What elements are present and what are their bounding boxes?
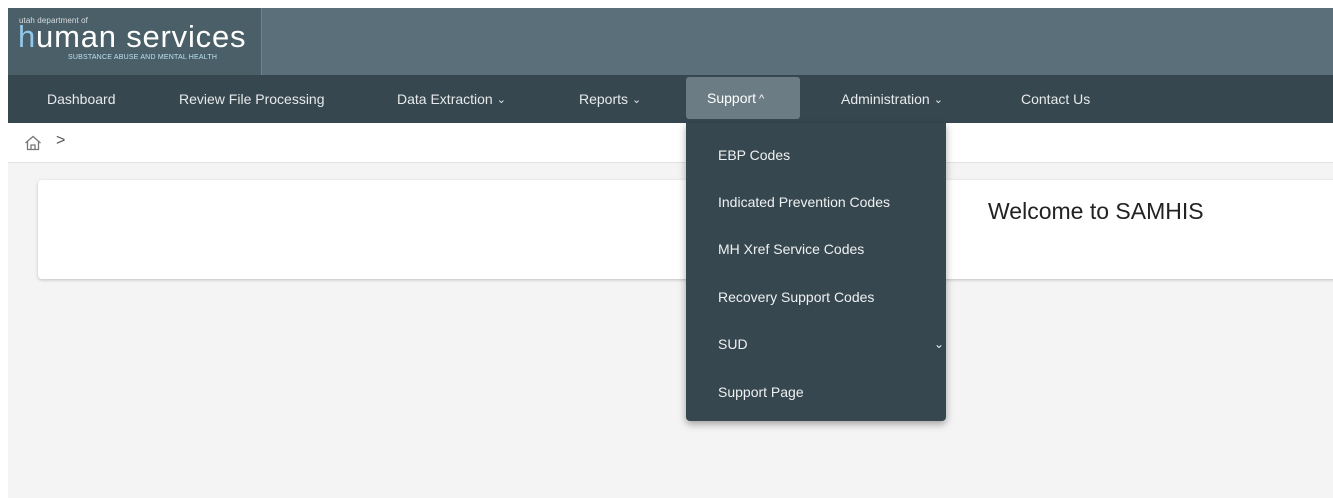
nav-review-file-processing-label: Review File Processing — [179, 91, 325, 107]
menu-item-label: EBP Codes — [718, 147, 791, 163]
menu-item-support-page[interactable]: Support Page — [718, 380, 804, 404]
chevron-down-icon: ⌄ — [632, 94, 642, 106]
nav-administration[interactable]: Administration ⌄ — [841, 75, 943, 123]
nav-data-extraction-label: Data Extraction — [397, 91, 493, 107]
nav-support[interactable]: Support ^ — [686, 77, 800, 119]
menu-item-label: Recovery Support Codes — [718, 289, 875, 305]
home-icon[interactable] — [24, 135, 42, 151]
welcome-title: Welcome to SAMHIS — [988, 198, 1204, 224]
menu-item-ebp-codes[interactable]: EBP Codes — [718, 143, 790, 167]
chevron-up-icon: ^ — [759, 93, 765, 105]
support-dropdown-menu: EBP Codes Indicated Prevention Codes MH … — [686, 123, 946, 421]
nav-contact-us-label: Contact Us — [1021, 91, 1091, 107]
menu-item-label: Support Page — [718, 384, 804, 400]
nav-review-file-processing[interactable]: Review File Processing — [179, 75, 325, 123]
main-nav: Dashboard Review File Processing Data Ex… — [8, 75, 1333, 123]
menu-item-label: MH Xref Service Codes — [718, 241, 865, 257]
menu-item-indicated-prevention-codes[interactable]: Indicated Prevention Codes — [718, 190, 890, 214]
nav-dashboard-label: Dashboard — [47, 91, 116, 107]
agency-logo[interactable]: utah department of human services SUBSTA… — [8, 8, 262, 75]
menu-item-label: SUD — [718, 336, 748, 352]
nav-reports[interactable]: Reports ⌄ — [579, 75, 641, 123]
nav-reports-label: Reports — [579, 91, 629, 107]
menu-item-mh-xref-service-codes[interactable]: MH Xref Service Codes — [718, 237, 864, 261]
breadcrumb: > — [8, 123, 1333, 163]
logo-main-rest: uman services — [36, 19, 247, 54]
nav-administration-label: Administration — [841, 91, 930, 107]
menu-item-sud[interactable]: SUD ⌄ — [718, 332, 946, 356]
nav-dashboard[interactable]: Dashboard — [47, 75, 116, 123]
chevron-down-icon: ⌄ — [496, 94, 506, 106]
nav-support-label: Support — [707, 90, 757, 106]
logo-sub-text: SUBSTANCE ABUSE AND MENTAL HEALTH — [68, 54, 218, 61]
nav-contact-us[interactable]: Contact Us — [1021, 75, 1090, 123]
nav-data-extraction[interactable]: Data Extraction ⌄ — [397, 75, 506, 123]
breadcrumb-separator: > — [56, 132, 66, 149]
menu-item-label: Indicated Prevention Codes — [718, 194, 890, 210]
chevron-down-icon: ⌄ — [933, 94, 943, 106]
chevron-down-icon: ⌄ — [934, 337, 945, 351]
app-frame: utah department of human services SUBSTA… — [8, 8, 1333, 498]
logo-main-initial: h — [18, 19, 37, 54]
logo-main-text: human services — [18, 20, 246, 54]
top-banner: utah department of human services SUBSTA… — [8, 8, 1333, 75]
menu-item-recovery-support-codes[interactable]: Recovery Support Codes — [718, 285, 874, 309]
